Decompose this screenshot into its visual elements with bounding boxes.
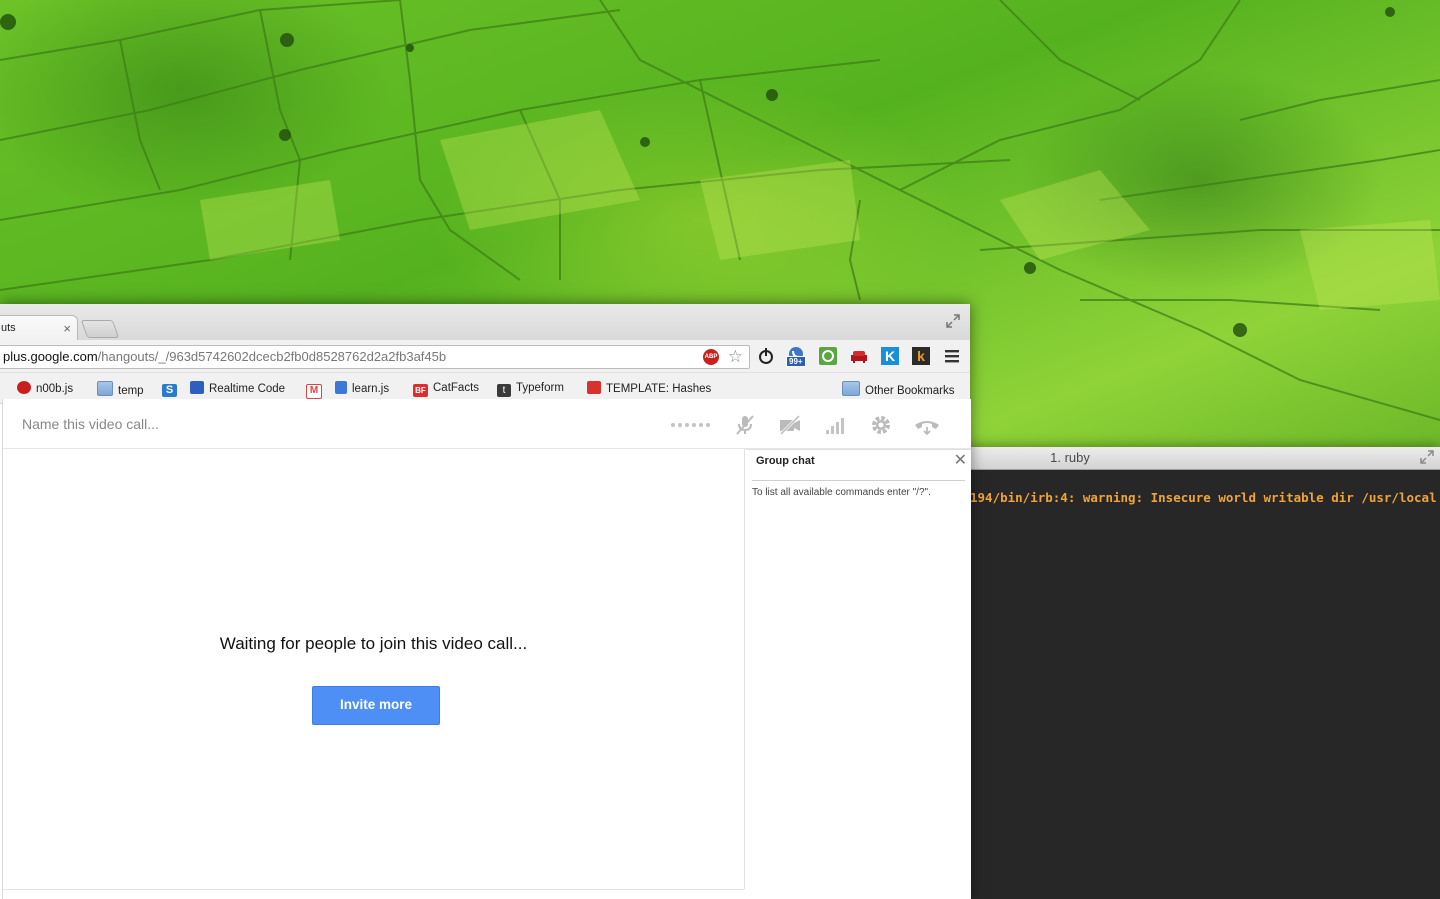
svg-text:K: K (885, 348, 895, 364)
terminal-title: 1. ruby (1050, 450, 1090, 465)
bookmark-n00b-js[interactable]: n00b.js (17, 381, 73, 396)
browser-toolbar: plus.google.com/hangouts/_/963d5742602dc… (0, 340, 970, 373)
devil-icon (17, 381, 31, 394)
close-icon[interactable]: ✕ (954, 450, 967, 472)
folder-icon (97, 381, 113, 396)
tab-hangouts[interactable]: uts × (0, 315, 78, 341)
bookmark-gmail[interactable]: M (306, 381, 327, 399)
adblock-icon[interactable]: ABP (703, 349, 719, 365)
tab-title: uts (1, 322, 16, 334)
bookmark-star-icon[interactable]: ☆ (728, 346, 743, 368)
tab-strip: uts × (0, 304, 970, 341)
realtime-code-icon (190, 381, 204, 394)
power-icon[interactable] (756, 346, 776, 366)
s-app-icon: S (162, 384, 177, 397)
bookmark-catfacts[interactable]: BF CatFacts (413, 381, 479, 397)
url-path: /hangouts/_/963d5742602dcecb2fb0d8528762… (97, 349, 447, 364)
folder-icon (842, 381, 860, 396)
mute-microphone-icon[interactable] (733, 413, 757, 437)
bf-icon: BF (413, 384, 428, 397)
fullscreen-icon[interactable] (946, 314, 960, 328)
typeform-icon: t (497, 384, 511, 397)
k-orange-extension-icon[interactable]: k (911, 346, 931, 366)
video-stage: Waiting for people to join this video ca… (3, 449, 745, 889)
bookmark-other-bookmarks[interactable]: Other Bookmarks (842, 381, 954, 398)
settings-gear-icon[interactable] (869, 413, 893, 437)
url-host: plus.google.com (3, 349, 98, 364)
bookmark-s[interactable]: S (162, 381, 182, 397)
group-chat-header: Group chat ✕ (746, 449, 971, 472)
hang-up-icon[interactable] (913, 413, 941, 437)
extension-notifications-icon[interactable]: 99+ (786, 346, 806, 367)
stage-bottom-divider (3, 889, 744, 890)
terminal-titlebar[interactable]: 1. ruby (960, 447, 1440, 470)
group-chat-title: Group chat (756, 455, 815, 467)
document-icon (335, 381, 347, 394)
extension-badge: 99+ (786, 356, 806, 367)
browser-window[interactable]: uts × plus.google.com/hangouts/_/963d574… (0, 304, 971, 899)
couch-extension-icon[interactable] (849, 346, 869, 366)
bookmark-learn-js[interactable]: learn.js (335, 381, 389, 396)
bookmark-realtime-code[interactable]: Realtime Code (190, 381, 285, 396)
tab-close-icon[interactable]: × (63, 316, 71, 341)
hangout-app: Name this video call... Waiting for peop… (2, 399, 971, 899)
invite-more-button[interactable]: Invite more (312, 686, 440, 725)
bookmark-template-hashes[interactable]: TEMPLATE: Hashes (587, 381, 711, 396)
bookmark-typeform[interactable]: t Typeform (497, 381, 564, 397)
camera-off-icon[interactable] (778, 413, 802, 437)
terminal-window[interactable]: 1. ruby 194/bin/irb:4: warning: Insecure… (960, 447, 1440, 899)
waiting-message: Waiting for people to join this video ca… (219, 634, 528, 653)
fullscreen-icon[interactable] (1420, 450, 1434, 464)
address-bar[interactable]: plus.google.com/hangouts/_/963d5742602dc… (0, 345, 750, 369)
refresh-extension-icon[interactable] (818, 346, 838, 366)
new-tab-button[interactable] (80, 320, 120, 338)
template-icon (587, 381, 601, 394)
group-chat-panel: Group chat ✕ To list all available comma… (746, 449, 971, 899)
call-name-input[interactable]: Name this video call... (22, 416, 159, 432)
k-extension-icon[interactable]: K (880, 346, 900, 366)
signal-bars-icon[interactable] (824, 413, 848, 437)
dots-icon[interactable] (669, 413, 713, 437)
svg-text:k: k (917, 348, 925, 364)
gmail-icon: M (306, 384, 322, 399)
menu-icon[interactable] (942, 346, 962, 366)
chat-hint-text: To list all available commands enter "/?… (752, 487, 931, 498)
terminal-output: 194/bin/irb:4: warning: Insecure world w… (970, 490, 1440, 505)
hangout-toolbar: Name this video call... (3, 399, 971, 449)
bookmark-temp[interactable]: temp (97, 381, 144, 398)
